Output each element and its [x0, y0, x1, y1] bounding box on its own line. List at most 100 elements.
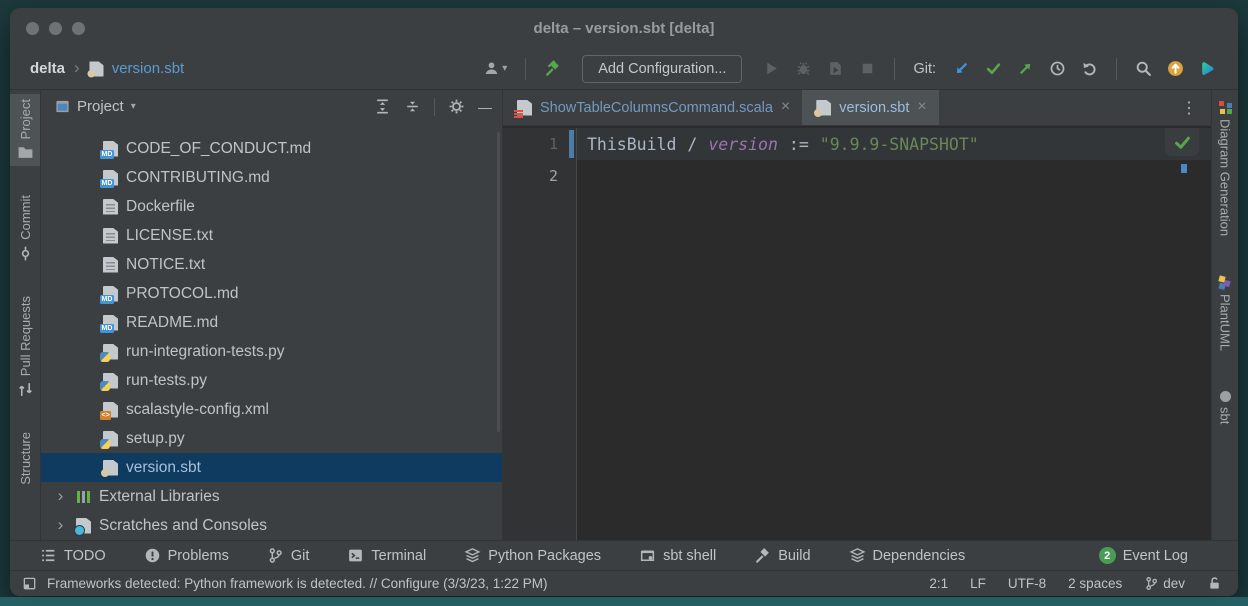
tree-row[interactable]: CODE_OF_CONDUCT.md	[41, 134, 502, 163]
scrollbar-thumb[interactable]	[497, 132, 500, 432]
tool-stripe-button[interactable]: Structure	[10, 427, 40, 490]
history-button[interactable]	[1049, 60, 1066, 77]
breadcrumb-project[interactable]: delta	[30, 60, 65, 77]
line-number: 2	[549, 167, 558, 185]
toolwindow-button[interactable]: 2 Event Log	[1099, 547, 1188, 564]
file-type-icon	[103, 228, 118, 244]
traffic-light-minimize-button[interactable]	[49, 22, 62, 35]
code-line: ThisBuild/version:="9.9.9-SNAPSHOT"	[577, 128, 1211, 160]
search-everywhere-button[interactable]	[1135, 60, 1152, 77]
tree-item-label: README.md	[126, 314, 218, 332]
indent-style[interactable]: 2 spaces	[1068, 576, 1122, 591]
git-commit-button[interactable]	[985, 60, 1002, 77]
close-icon[interactable]: ×	[917, 99, 926, 117]
tree-row[interactable]: run-integration-tests.py	[41, 337, 502, 366]
toolwindow-button[interactable]: Git	[267, 547, 310, 564]
tool-stripe-label: Pull Requests	[18, 296, 33, 376]
toolwindow-button-label: Event Log	[1123, 548, 1188, 564]
toolwindow-toggle-icon[interactable]	[22, 576, 37, 591]
tree-row[interactable]: › Scratches and Consoles	[41, 511, 502, 540]
line-separator[interactable]: LF	[970, 576, 986, 591]
lock-icon[interactable]	[1207, 576, 1222, 591]
tool-stripe-button[interactable]: Commit	[10, 190, 40, 267]
tree-row[interactable]: CONTRIBUTING.md	[41, 163, 502, 192]
toolwindow-button[interactable]: TODO	[40, 547, 106, 564]
toolwindow-button[interactable]: Terminal	[347, 547, 426, 564]
editor[interactable]: 1 2 ThisBuild/version:="9.9.9-SNAPSHOT"	[503, 126, 1211, 540]
tree-row[interactable]: Dockerfile	[41, 192, 502, 221]
inspection-ok-icon	[1173, 133, 1192, 152]
file-type-icon	[103, 199, 118, 215]
run-toolbar: ▾ Add Configuration... Git:	[483, 55, 1216, 83]
tool-stripe-button[interactable]: Diagram Generation	[1212, 96, 1238, 241]
code-with-me-button[interactable]	[1199, 60, 1216, 77]
gear-icon[interactable]	[448, 98, 465, 115]
traffic-light-zoom-button[interactable]	[72, 22, 85, 35]
file-encoding[interactable]: UTF-8	[1008, 576, 1046, 591]
tool-stripe-button[interactable]: Project	[10, 94, 40, 166]
hide-panel-icon[interactable]: —	[478, 100, 492, 114]
tree-chevron-icon[interactable]: ›	[53, 516, 68, 536]
stop-button[interactable]	[859, 60, 876, 77]
file-type-icon	[103, 431, 118, 447]
add-configuration-button[interactable]: Add Configuration...	[582, 55, 742, 83]
tree-row[interactable]: README.md	[41, 308, 502, 337]
folder-icon	[17, 144, 34, 161]
update-available-button[interactable]	[1167, 60, 1184, 77]
tree-row[interactable]: LICENSE.txt	[41, 221, 502, 250]
traffic-light-close-button[interactable]	[26, 22, 39, 35]
tree-row[interactable]: version.sbt	[41, 453, 502, 482]
close-icon[interactable]: ×	[781, 99, 790, 117]
breadcrumb-chevron-icon: ›	[73, 59, 81, 79]
caret-position[interactable]: 2:1	[929, 576, 948, 591]
toolwindow-button[interactable]: sbt shell	[639, 547, 716, 564]
tree-row[interactable]: build.sbt	[41, 124, 502, 134]
tree-item-label: run-tests.py	[126, 372, 207, 390]
tree-item-label: LICENSE.txt	[126, 227, 213, 245]
run-button[interactable]	[763, 60, 780, 77]
toolwindow-button-label: Terminal	[371, 548, 426, 564]
toolwindow-button[interactable]: Python Packages	[464, 547, 601, 564]
user-account-button[interactable]: ▾	[483, 60, 507, 77]
toolwindow-button[interactable]: Problems	[144, 547, 229, 564]
rollback-button[interactable]	[1081, 60, 1098, 77]
tool-stripe-button[interactable]: sbt	[1212, 386, 1238, 429]
coverage-icon	[827, 60, 844, 77]
code-with-me-icon	[1199, 60, 1216, 77]
toolwindow-button[interactable]: Dependencies	[849, 547, 966, 564]
toolwindow-button[interactable]: Build	[754, 547, 810, 564]
tree-row[interactable]: setup.py	[41, 424, 502, 453]
toolwindow-button-label: Build	[778, 548, 810, 564]
expand-all-icon[interactable]	[374, 98, 391, 115]
tool-stripe-button[interactable]: PlantUML	[1212, 271, 1238, 356]
tree-item-label: NOTICE.txt	[126, 256, 205, 274]
debug-button[interactable]	[795, 60, 812, 77]
coverage-button[interactable]	[827, 60, 844, 77]
file-type-icon	[517, 100, 532, 116]
more-icon[interactable]: ⋮	[1167, 90, 1211, 125]
editor-tab[interactable]: ShowTableColumnsCommand.scala ×	[503, 90, 802, 125]
collapse-all-icon[interactable]	[404, 98, 421, 115]
status-message[interactable]: Frameworks detected: Python framework is…	[47, 576, 547, 591]
project-dropdown-caret-icon[interactable]: ▾	[131, 101, 136, 112]
tool-stripe-button[interactable]: Pull Requests	[10, 291, 40, 403]
inspections-widget[interactable]	[1165, 128, 1199, 156]
git-update-button[interactable]	[953, 60, 970, 77]
tree-row[interactable]: › External Libraries	[41, 482, 502, 511]
toolwindow-button-label: Dependencies	[873, 548, 966, 564]
tree-item-label: setup.py	[126, 430, 185, 448]
editor-tab[interactable]: version.sbt ×	[802, 90, 938, 125]
code-surface[interactable]: ThisBuild/version:="9.9.9-SNAPSHOT"	[577, 128, 1211, 540]
breadcrumb-file[interactable]: version.sbt	[112, 60, 185, 77]
tree-chevron-icon[interactable]: ›	[53, 487, 68, 507]
tree-row[interactable]: scalastyle-config.xml	[41, 395, 502, 424]
project-panel-title[interactable]: Project	[77, 98, 124, 115]
build-project-button[interactable]	[544, 60, 561, 77]
project-panel-header: Project ▾ —	[41, 90, 502, 123]
git-branch-widget[interactable]: dev	[1144, 576, 1185, 591]
tree-row[interactable]: PROTOCOL.md	[41, 279, 502, 308]
tree-row[interactable]: run-tests.py	[41, 366, 502, 395]
tree-item-label: External Libraries	[99, 488, 220, 506]
git-push-button[interactable]	[1017, 60, 1034, 77]
tree-row[interactable]: NOTICE.txt	[41, 250, 502, 279]
